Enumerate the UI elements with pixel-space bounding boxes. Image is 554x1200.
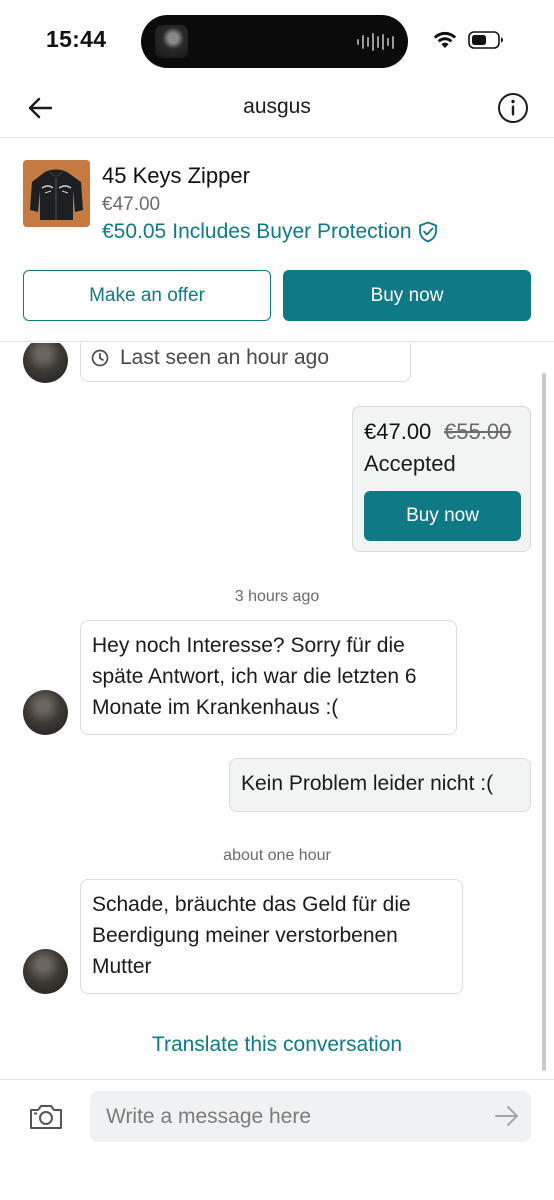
shield-check-icon [418,221,437,243]
message-bubble-received[interactable]: Schade, bräuchte das Geld für die Beerdi… [80,879,463,994]
make-offer-button[interactable]: Make an offer [23,270,271,321]
message-list[interactable]: Last seen an hour ago €47.00 €55.00 Acce… [0,343,554,1079]
item-card: 45 Keys Zipper €47.00 €50.05 Includes Bu… [0,138,554,342]
item-price: €47.00 [102,194,161,215]
message-text: Schade, bräuchte das Geld für die Beerdi… [92,893,411,978]
buyer-protection-label: Includes Buyer Protection [172,220,412,243]
wifi-icon [433,31,457,48]
message-text: Kein Problem leider nicht :( [241,772,494,795]
status-icons [432,30,504,50]
item-thumbnail[interactable] [23,160,90,227]
island-album-art [155,25,188,58]
status-time: 15:44 [46,26,107,52]
avatar[interactable] [23,949,68,994]
last-seen-status: Last seen an hour ago [80,343,411,382]
time-separator: 3 hours ago [234,588,320,605]
island-waveform-icon [357,33,394,51]
message-text: Hey noch Interesse? Sorry für die späte … [92,634,417,719]
last-seen-text: Last seen an hour ago [120,346,329,369]
avatar[interactable] [23,690,68,735]
camera-button[interactable] [28,1102,64,1132]
send-arrow-icon [495,1106,518,1126]
send-button[interactable] [494,1104,520,1128]
message-composer [0,1079,554,1200]
item-total-price: €50.05 [102,220,167,243]
message-input[interactable] [90,1091,531,1142]
info-button[interactable] [496,91,530,125]
clock-icon [91,349,109,367]
conversation-title: ausgus [243,95,311,118]
dynamic-island[interactable] [141,15,408,68]
message-scrollbar[interactable] [542,373,546,1071]
offer-price: €47.00 [364,419,432,444]
offer-message: €47.00 €55.00 Accepted Buy now [352,406,531,552]
battery-icon [468,31,503,49]
offer-status: Accepted [364,451,456,476]
camera-icon [30,1105,62,1129]
message-bubble-received[interactable]: Hey noch Interesse? Sorry für die späte … [80,620,457,735]
time-separator: about one hour [223,847,331,864]
hoodie-image [23,160,90,227]
avatar[interactable] [23,343,68,383]
translate-conversation-link[interactable]: Translate this conversation [0,1033,554,1057]
offer-original-price: €55.00 [444,419,512,444]
offer-buy-now-button[interactable]: Buy now [364,491,521,541]
message-bubble-sent[interactable]: Kein Problem leider nicht :( [229,758,531,812]
buy-now-button[interactable]: Buy now [283,270,531,321]
info-icon [498,93,528,123]
buyer-protection-row[interactable]: €50.05 Includes Buyer Protection [102,220,438,244]
conversation-header: ausgus [0,84,554,138]
status-bar: 15:44 [0,0,554,84]
item-title[interactable]: 45 Keys Zipper [102,163,250,189]
